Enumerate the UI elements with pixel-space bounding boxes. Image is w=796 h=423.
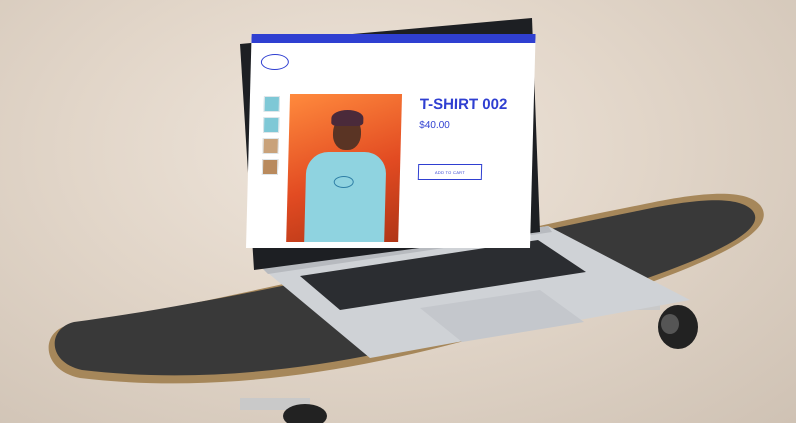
- product-price: $40.00: [419, 120, 450, 131]
- thumbnail[interactable]: [263, 117, 280, 133]
- add-to-cart-button[interactable]: ADD TO CART: [417, 164, 483, 180]
- product-thumbnails: [261, 96, 280, 175]
- beanie: [331, 110, 364, 126]
- product-photo: [286, 94, 403, 242]
- thumbnail[interactable]: [262, 138, 279, 154]
- store-nav: [509, 50, 523, 51]
- laptop-screen: T-SHIRT 002 $40.00 ADD TO CART: [246, 34, 536, 248]
- product-title: T-SHIRT 002: [419, 96, 508, 113]
- tshirt: [304, 152, 387, 242]
- announcement-bar: [251, 34, 536, 43]
- store-logo[interactable]: [260, 54, 290, 70]
- thumbnail[interactable]: [263, 96, 280, 112]
- rear-wheel-hub: [661, 314, 679, 334]
- scene: T-SHIRT 002 $40.00 ADD TO CART: [0, 0, 796, 423]
- thumbnail[interactable]: [261, 159, 279, 175]
